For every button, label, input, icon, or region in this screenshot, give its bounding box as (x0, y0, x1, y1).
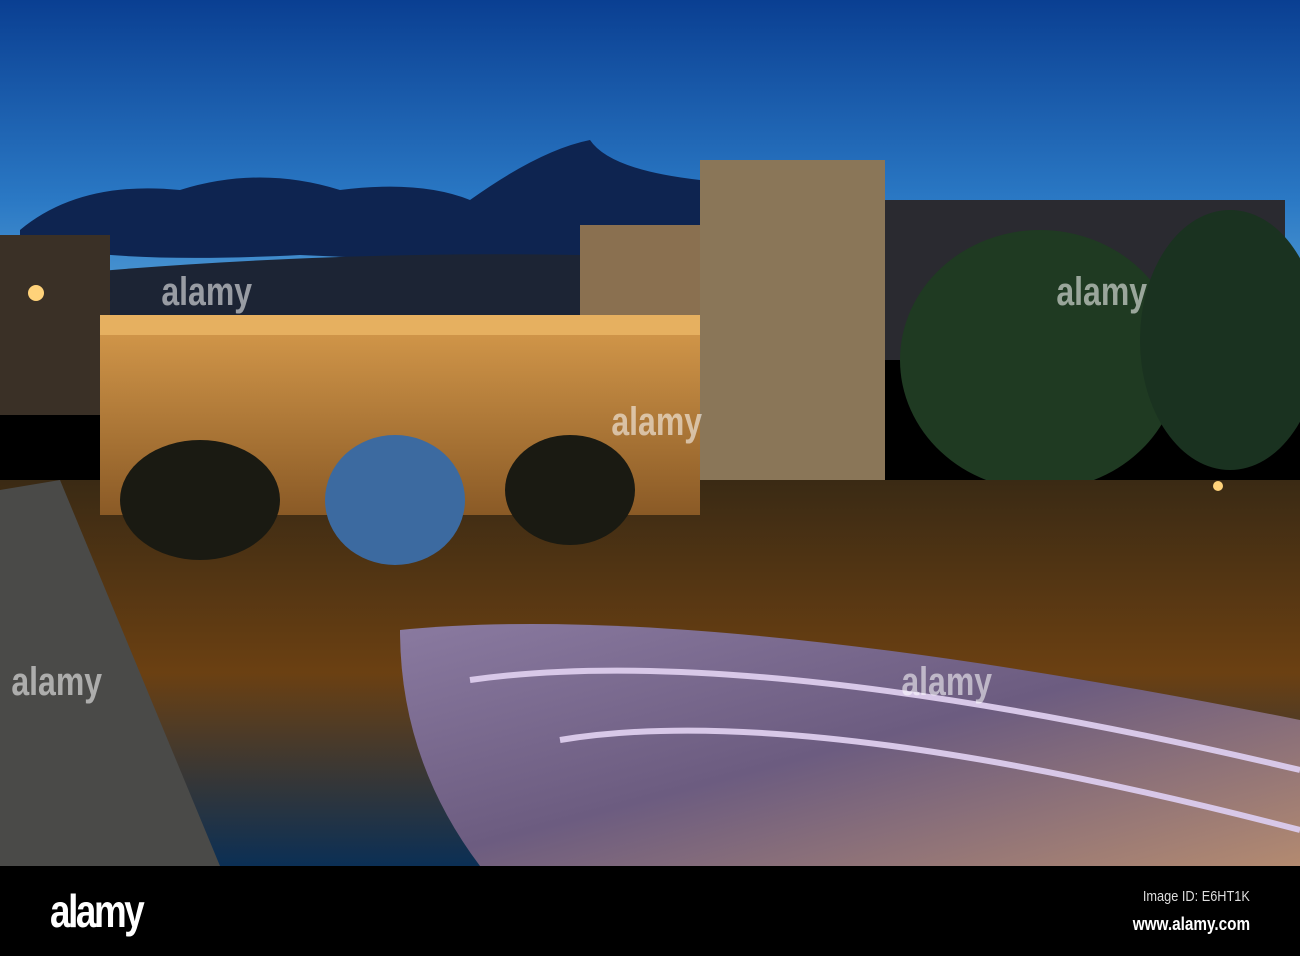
watermark: alamy (11, 660, 103, 704)
arch (120, 440, 280, 560)
riverside-buildings (0, 235, 110, 415)
street-lamp (28, 285, 44, 301)
street-lamp (1213, 481, 1223, 491)
site-url: www.alamy.com (1132, 914, 1250, 934)
watermark: alamy (161, 270, 253, 314)
footer-bar: alamy Image ID: E6HT1K www.alamy.com (0, 866, 1300, 956)
alamy-logo: alamy (50, 885, 145, 937)
tree (900, 230, 1180, 490)
watermark: alamy (901, 660, 993, 704)
arch (325, 435, 465, 565)
watermark: alamy (1056, 270, 1148, 314)
image-id: Image ID: E6HT1K (1142, 888, 1250, 905)
watermark: alamy (611, 400, 703, 444)
tall-building (700, 160, 885, 480)
arch (505, 435, 635, 545)
